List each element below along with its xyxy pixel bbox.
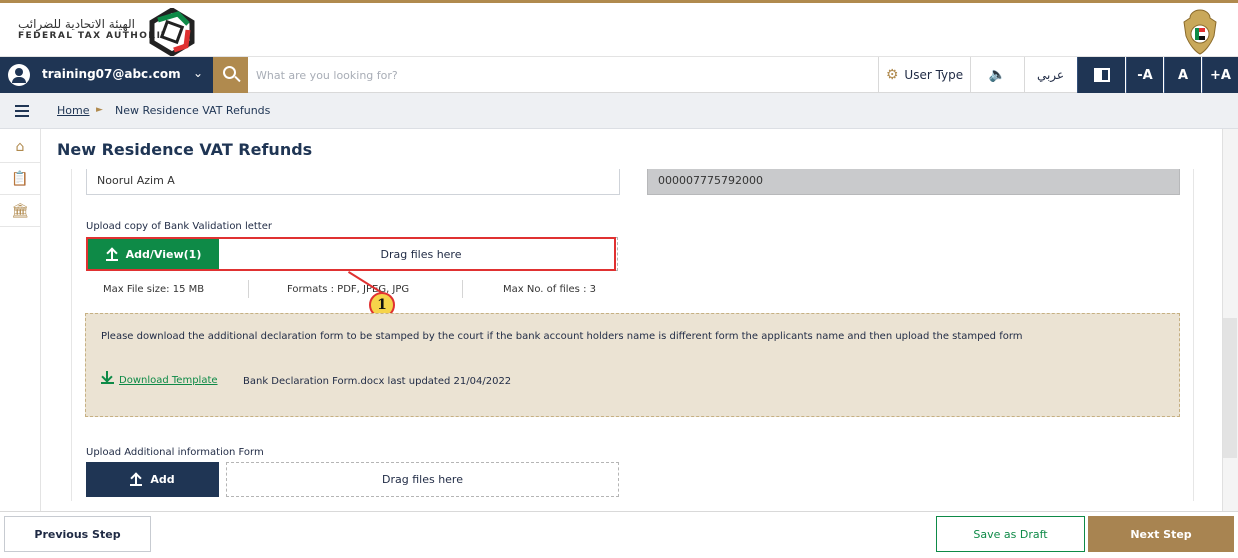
max-files: Max No. of files : 3	[503, 284, 596, 295]
download-file-info: Bank Declaration Form.docx last updated …	[243, 376, 512, 387]
breadcrumb-separator-icon: ►	[96, 105, 103, 115]
search-button[interactable]	[213, 57, 248, 93]
account-holder-field[interactable]: Noorul Azim A	[86, 169, 620, 195]
font-decrease-button[interactable]: -A	[1126, 57, 1163, 93]
top-toolbar: training07@abc.com ⌄ ⚙ User Type 🔈 عربي …	[0, 57, 1238, 93]
audio-button[interactable]: 🔈	[970, 57, 1024, 93]
arabic-label: عربي	[1036, 68, 1065, 82]
user-type-label: User Type	[904, 68, 964, 82]
font-normal-button[interactable]: A	[1164, 57, 1201, 93]
gear-icon: ⚙	[885, 67, 899, 83]
add-button[interactable]: Add	[86, 462, 219, 497]
upload-icon	[130, 473, 143, 486]
breadcrumb-current: New Residence VAT Refunds	[115, 104, 271, 117]
breadcrumb-home-link[interactable]: Home	[57, 104, 89, 117]
upload-icon	[105, 248, 118, 261]
brand-header: الهيئة الاتحادية للضرائب FEDERAL TAX AUT…	[0, 3, 1238, 57]
add-label: Add	[150, 473, 175, 486]
contrast-icon	[1093, 68, 1110, 82]
breadcrumb-bar: Home ► New Residence VAT Refunds	[0, 93, 1238, 129]
account-number-field: 000007775792000	[647, 169, 1180, 195]
left-rail: ⌂ 📋 🏛	[0, 129, 41, 511]
user-type-button[interactable]: ⚙ User Type	[878, 57, 970, 93]
bank-icon[interactable]: 🏛	[0, 195, 40, 227]
user-avatar-icon	[8, 64, 30, 86]
speaker-icon: 🔈	[988, 67, 1007, 83]
max-file-size: Max File size: 15 MB	[103, 284, 205, 295]
bank-letter-dropzone[interactable]: Drag files here	[226, 239, 616, 270]
bank-letter-label: Upload copy of Bank Validation letter	[86, 221, 272, 232]
page-title: New Residence VAT Refunds	[57, 140, 313, 159]
chevron-down-icon[interactable]: ⌄	[193, 66, 203, 80]
add-view-label: Add/View(1)	[125, 248, 202, 261]
clipboard-icon[interactable]: 📋	[0, 163, 40, 195]
contrast-button[interactable]	[1077, 57, 1125, 93]
user-menu[interactable]: training07@abc.com ⌄	[0, 57, 213, 93]
additional-form-dropzone[interactable]: Drag files here	[226, 462, 619, 497]
fta-arabic-name: الهيئة الاتحادية للضرائب	[18, 17, 135, 31]
file-formats: Formats : PDF, JPEG, JPG	[287, 284, 410, 295]
next-step-button[interactable]: Next Step	[1088, 516, 1234, 552]
search-input[interactable]	[256, 63, 856, 87]
download-icon[interactable]	[101, 371, 114, 384]
declaration-notice	[85, 313, 1180, 417]
user-email: training07@abc.com	[42, 67, 181, 81]
font-increase-button[interactable]: +A	[1202, 57, 1238, 93]
additional-form-label: Upload Additional information Form	[86, 447, 264, 458]
fta-logo-icon[interactable]	[148, 8, 196, 56]
language-toggle[interactable]: عربي	[1024, 57, 1076, 93]
save-draft-button[interactable]: Save as Draft	[936, 516, 1085, 552]
scrollbar-thumb[interactable]	[1223, 318, 1237, 458]
menu-icon[interactable]	[15, 105, 29, 117]
download-template-link[interactable]: Download Template	[119, 375, 218, 386]
previous-step-button[interactable]: Previous Step	[4, 516, 151, 552]
home-icon[interactable]: ⌂	[0, 131, 40, 163]
uae-emblem-icon	[1183, 9, 1217, 55]
add-view-button[interactable]: Add/View(1)	[88, 239, 219, 270]
declaration-notice-text: Please download the additional declarati…	[101, 331, 1023, 342]
